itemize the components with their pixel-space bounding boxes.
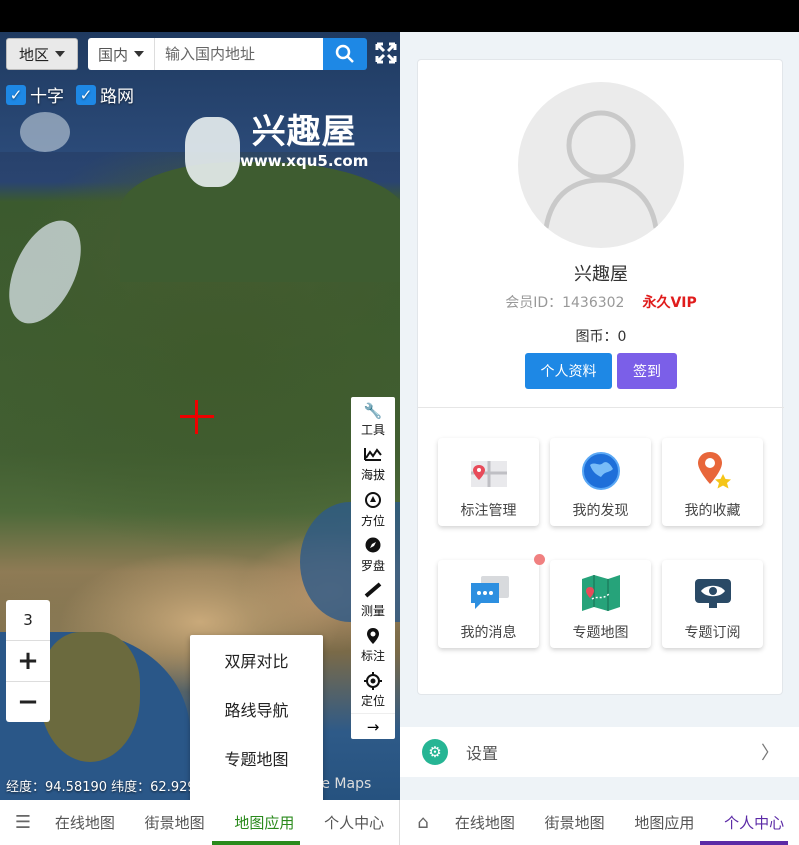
- arrow-right-icon[interactable]: →: [351, 713, 395, 739]
- menu-icon[interactable]: ☰: [6, 812, 40, 833]
- bottom-nav-left: ☰ 在线地图 街景地图 地图应用 个人中心: [0, 800, 400, 845]
- nav-personal-center[interactable]: 个人中心: [709, 812, 799, 833]
- menu-item-dual-screen[interactable]: 双屏对比: [190, 635, 323, 684]
- chevron-down-icon: [55, 51, 65, 57]
- pin-icon: [366, 627, 380, 647]
- crosshair-icon: [180, 400, 214, 434]
- road-network-toggle[interactable]: ✓ 路网: [76, 82, 134, 107]
- status-bar: [0, 0, 799, 32]
- tile-theme-map[interactable]: 专题地图: [550, 560, 651, 648]
- direction-icon: [365, 491, 381, 512]
- nav-map-apps[interactable]: 地图应用: [220, 812, 310, 833]
- search-input[interactable]: [155, 45, 306, 63]
- chevron-right-icon: 〉: [761, 743, 779, 764]
- logo-title: 兴趣屋: [251, 112, 357, 152]
- marker-manage-icon: [467, 446, 511, 496]
- zoom-out-button[interactable]: −: [6, 681, 50, 722]
- profile-card: 兴趣屋 会员ID：1436302 永久VIP 图币：0 个人资料 签到 标注管理…: [417, 59, 784, 695]
- logo-url: www.xqu5.com: [240, 152, 369, 170]
- bottom-nav-right: ⌂ 在线地图 街景地图 地图应用 个人中心: [400, 800, 799, 845]
- elevation-icon: [364, 446, 382, 466]
- tool-panel: 🔧 工具 海拔 方位 罗盘 测量 标注 定位 →: [351, 397, 395, 739]
- tile-marker-manage[interactable]: 标注管理: [438, 438, 539, 526]
- zoom-in-button[interactable]: +: [6, 640, 50, 681]
- tool-locate[interactable]: 定位: [351, 668, 395, 713]
- map-view[interactable]: 地区 国内 ✓ 十字 ✓ 路网: [0, 32, 400, 800]
- active-tab-indicator: [212, 841, 300, 845]
- region-dropdown[interactable]: 地区: [6, 38, 78, 70]
- message-icon: [467, 568, 511, 618]
- tool-direction[interactable]: 方位: [351, 487, 395, 532]
- menu-item-map-discover[interactable]: 地图发现: [190, 783, 323, 800]
- theme-map-icon: [580, 568, 622, 618]
- map-app-menu: 双屏对比 路线导航 专题地图 地图发现: [190, 635, 323, 800]
- member-id: 会员ID：1436302: [505, 295, 625, 311]
- active-tab-indicator: [700, 841, 788, 845]
- zoom-level: 3: [23, 611, 33, 629]
- search-scope-label: 国内: [98, 45, 129, 64]
- tile-theme-subscribe[interactable]: 专题订阅: [662, 560, 763, 648]
- tile-my-messages[interactable]: 我的消息: [438, 560, 539, 648]
- menu-item-theme-map[interactable]: 专题地图: [190, 734, 323, 783]
- road-network-toggle-label: 路网: [100, 87, 134, 107]
- username: 兴趣屋: [574, 264, 628, 285]
- zoom-control: 3 + −: [6, 600, 50, 722]
- search-scope-dropdown[interactable]: 国内: [88, 38, 156, 70]
- nav-street-view[interactable]: 街景地图: [130, 812, 220, 833]
- search-button[interactable]: [323, 38, 367, 70]
- settings-label: 设置: [466, 744, 499, 763]
- screen: 地区 国内 ✓ 十字 ✓ 路网: [0, 0, 799, 845]
- nav-street-view[interactable]: 街景地图: [530, 812, 620, 833]
- wrench-icon: 🔧: [363, 402, 383, 421]
- tile-my-favorites[interactable]: 我的收藏: [662, 438, 763, 526]
- watermark-logo: 兴趣屋 www.xqu5.com: [240, 112, 368, 170]
- chevron-down-icon: [134, 51, 145, 57]
- checkbox-checked-icon: ✓: [76, 84, 96, 105]
- locate-icon: [364, 672, 382, 692]
- avatar[interactable]: [518, 82, 684, 248]
- compass-icon: [365, 537, 381, 557]
- tile-my-discover[interactable]: 我的发现: [550, 438, 651, 526]
- vip-badge: 永久VIP: [642, 295, 697, 311]
- nav-personal-center[interactable]: 个人中心: [309, 812, 399, 833]
- subscribe-icon: [691, 568, 735, 618]
- profile-panel: 兴趣屋 会员ID：1436302 永久VIP 图币：0 个人资料 签到 标注管理…: [400, 32, 799, 800]
- tool-pin[interactable]: 标注: [351, 623, 395, 668]
- fullscreen-icon[interactable]: [375, 42, 397, 64]
- favorite-pin-icon: [693, 446, 733, 496]
- nav-online-map[interactable]: 在线地图: [40, 812, 130, 833]
- tool-ruler[interactable]: 测量: [351, 578, 395, 623]
- member-info: 会员ID：1436302 永久VIP: [418, 292, 784, 312]
- globe-icon: [581, 446, 621, 496]
- home-icon[interactable]: ⌂: [406, 812, 440, 833]
- coin-balance: 图币：0: [575, 329, 627, 345]
- divider: [418, 407, 784, 408]
- region-label: 地区: [18, 45, 49, 64]
- user-avatar-icon: [543, 110, 659, 229]
- menu-item-route-nav[interactable]: 路线导航: [190, 684, 323, 733]
- nav-online-map[interactable]: 在线地图: [440, 812, 530, 833]
- crosshair-toggle[interactable]: ✓ 十字: [6, 82, 64, 107]
- gear-icon: ⚙: [422, 739, 448, 765]
- ruler-icon: [364, 582, 382, 602]
- settings-row[interactable]: ⚙ 设置 〉: [400, 727, 799, 777]
- tool-elevation[interactable]: 海拔: [351, 442, 395, 487]
- sign-in-button[interactable]: 签到: [617, 353, 677, 389]
- search-box: 国内: [88, 38, 324, 70]
- crosshair-toggle-label: 十字: [30, 87, 64, 107]
- tool-wrench[interactable]: 🔧 工具: [351, 397, 395, 442]
- coordinate-readout: 经度：94.58190 纬度：62.9294: [6, 780, 204, 795]
- checkbox-checked-icon: ✓: [6, 84, 26, 105]
- unread-dot: [534, 554, 545, 565]
- search-icon: [335, 44, 354, 63]
- profile-button[interactable]: 个人资料: [525, 353, 612, 389]
- nav-map-apps[interactable]: 地图应用: [620, 812, 710, 833]
- tool-compass[interactable]: 罗盘: [351, 533, 395, 578]
